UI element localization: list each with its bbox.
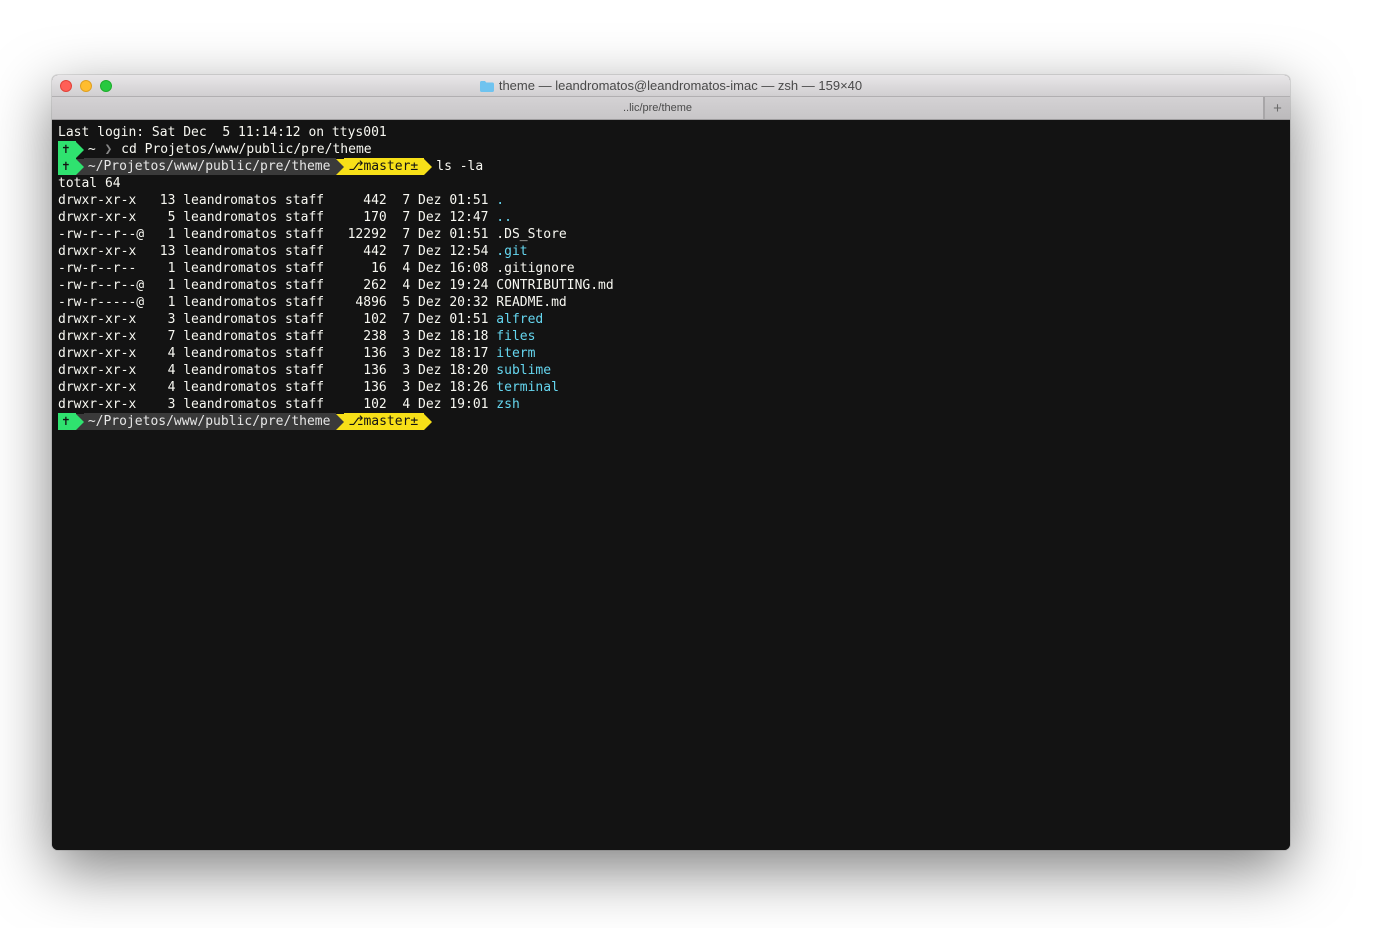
ls-row: drwxr-xr-x 13 leandromatos staff 442 7 D…: [58, 192, 1284, 209]
cross-icon: ✝: [62, 141, 70, 158]
titlebar: theme — leandromatos@leandromatos-imac —…: [52, 75, 1290, 97]
arrow-icon: [336, 414, 344, 430]
prompt-line-1: ✝ ~ ❯ cd Projetos/www/public/pre/theme: [58, 141, 1284, 158]
prompt-path-seg: ~/Projetos/www/public/pre/theme: [84, 158, 337, 175]
new-tab-button[interactable]: +: [1264, 97, 1290, 119]
prompt-status-seg: ✝: [58, 413, 76, 430]
branch-text: master±: [363, 413, 418, 430]
close-button[interactable]: [60, 80, 72, 92]
arrow-icon: [424, 414, 432, 430]
command-text: cd Projetos/www/public/pre/theme: [121, 142, 371, 157]
branch-icon: ⎇: [348, 158, 363, 175]
ls-row: drwxr-xr-x 13 leandromatos staff 442 7 D…: [58, 243, 1284, 260]
ls-row: -rw-r--r--@ 1 leandromatos staff 262 4 D…: [58, 277, 1284, 294]
ls-row: drwxr-xr-x 4 leandromatos staff 136 3 De…: [58, 345, 1284, 362]
command-text: ls -la: [432, 158, 483, 175]
ls-row: drwxr-xr-x 5 leandromatos staff 170 7 De…: [58, 209, 1284, 226]
plus-icon: +: [1273, 100, 1282, 117]
ls-row: drwxr-xr-x 3 leandromatos staff 102 4 De…: [58, 396, 1284, 413]
branch-text: master±: [363, 158, 418, 175]
file-name: iterm: [496, 346, 535, 361]
arrow-icon: [424, 159, 432, 175]
window-title-text: theme — leandromatos@leandromatos-imac —…: [499, 78, 862, 93]
arrow-icon: [76, 159, 84, 175]
arrow-icon: [76, 142, 84, 158]
ls-row: drwxr-xr-x 3 leandromatos staff 102 7 De…: [58, 311, 1284, 328]
folder-icon: [480, 80, 494, 91]
ls-row: -rw-r--r--@ 1 leandromatos staff 12292 7…: [58, 226, 1284, 243]
file-name: README.md: [496, 295, 566, 310]
file-name: .DS_Store: [496, 227, 566, 242]
ls-row: -rw-r--r-- 1 leandromatos staff 16 4 Dez…: [58, 260, 1284, 277]
file-name: .: [496, 193, 504, 208]
file-name: zsh: [496, 397, 519, 412]
prompt-line-3: ✝ ~/Projetos/www/public/pre/theme ⎇ mast…: [58, 413, 1284, 430]
file-name: .gitignore: [496, 261, 574, 276]
arrow-icon: [336, 159, 344, 175]
prompt-line-2: ✝ ~/Projetos/www/public/pre/theme ⎇ mast…: [58, 158, 1284, 175]
prompt-path: ~ ❯ cd Projetos/www/public/pre/theme: [84, 141, 372, 158]
file-name: .git: [496, 244, 527, 259]
arrow-icon: [76, 414, 84, 430]
prompt-status-seg: ✝: [58, 158, 76, 175]
file-name: ..: [496, 210, 512, 225]
maximize-button[interactable]: [100, 80, 112, 92]
cross-icon: ✝: [62, 413, 70, 430]
ls-output: drwxr-xr-x 13 leandromatos staff 442 7 D…: [58, 192, 1284, 413]
tab-label: ..lic/pre/theme: [623, 102, 692, 114]
terminal-body[interactable]: Last login: Sat Dec 5 11:14:12 on ttys00…: [52, 120, 1290, 850]
last-login-line: Last login: Sat Dec 5 11:14:12 on ttys00…: [58, 124, 1284, 141]
minimize-button[interactable]: [80, 80, 92, 92]
file-name: terminal: [496, 380, 559, 395]
file-name: CONTRIBUTING.md: [496, 278, 613, 293]
file-name: alfred: [496, 312, 543, 327]
ls-row: drwxr-xr-x 7 leandromatos staff 238 3 De…: [58, 328, 1284, 345]
window-title: theme — leandromatos@leandromatos-imac —…: [480, 78, 862, 93]
chevron-right-icon: ❯: [103, 142, 113, 157]
tab-active[interactable]: ..lic/pre/theme: [52, 97, 1264, 119]
prompt-path: ~/Projetos/www/public/pre/theme: [88, 413, 331, 430]
prompt-path: ~/Projetos/www/public/pre/theme: [88, 158, 331, 175]
ls-row: drwxr-xr-x 4 leandromatos staff 136 3 De…: [58, 379, 1284, 396]
file-name: files: [496, 329, 535, 344]
prompt-branch-seg: ⎇ master±: [344, 158, 424, 175]
branch-icon: ⎇: [348, 413, 363, 430]
ls-row: drwxr-xr-x 4 leandromatos staff 136 3 De…: [58, 362, 1284, 379]
ls-total: total 64: [58, 175, 1284, 192]
prompt-path-seg: ~/Projetos/www/public/pre/theme: [84, 413, 337, 430]
tabbar: ..lic/pre/theme +: [52, 97, 1290, 120]
prompt-status-seg: ✝: [58, 141, 76, 158]
traffic-lights: [60, 80, 112, 92]
prompt-branch-seg: ⎇ master±: [344, 413, 424, 430]
file-name: sublime: [496, 363, 551, 378]
ls-row: -rw-r-----@ 1 leandromatos staff 4896 5 …: [58, 294, 1284, 311]
cross-icon: ✝: [62, 158, 70, 175]
terminal-window: theme — leandromatos@leandromatos-imac —…: [52, 75, 1290, 850]
